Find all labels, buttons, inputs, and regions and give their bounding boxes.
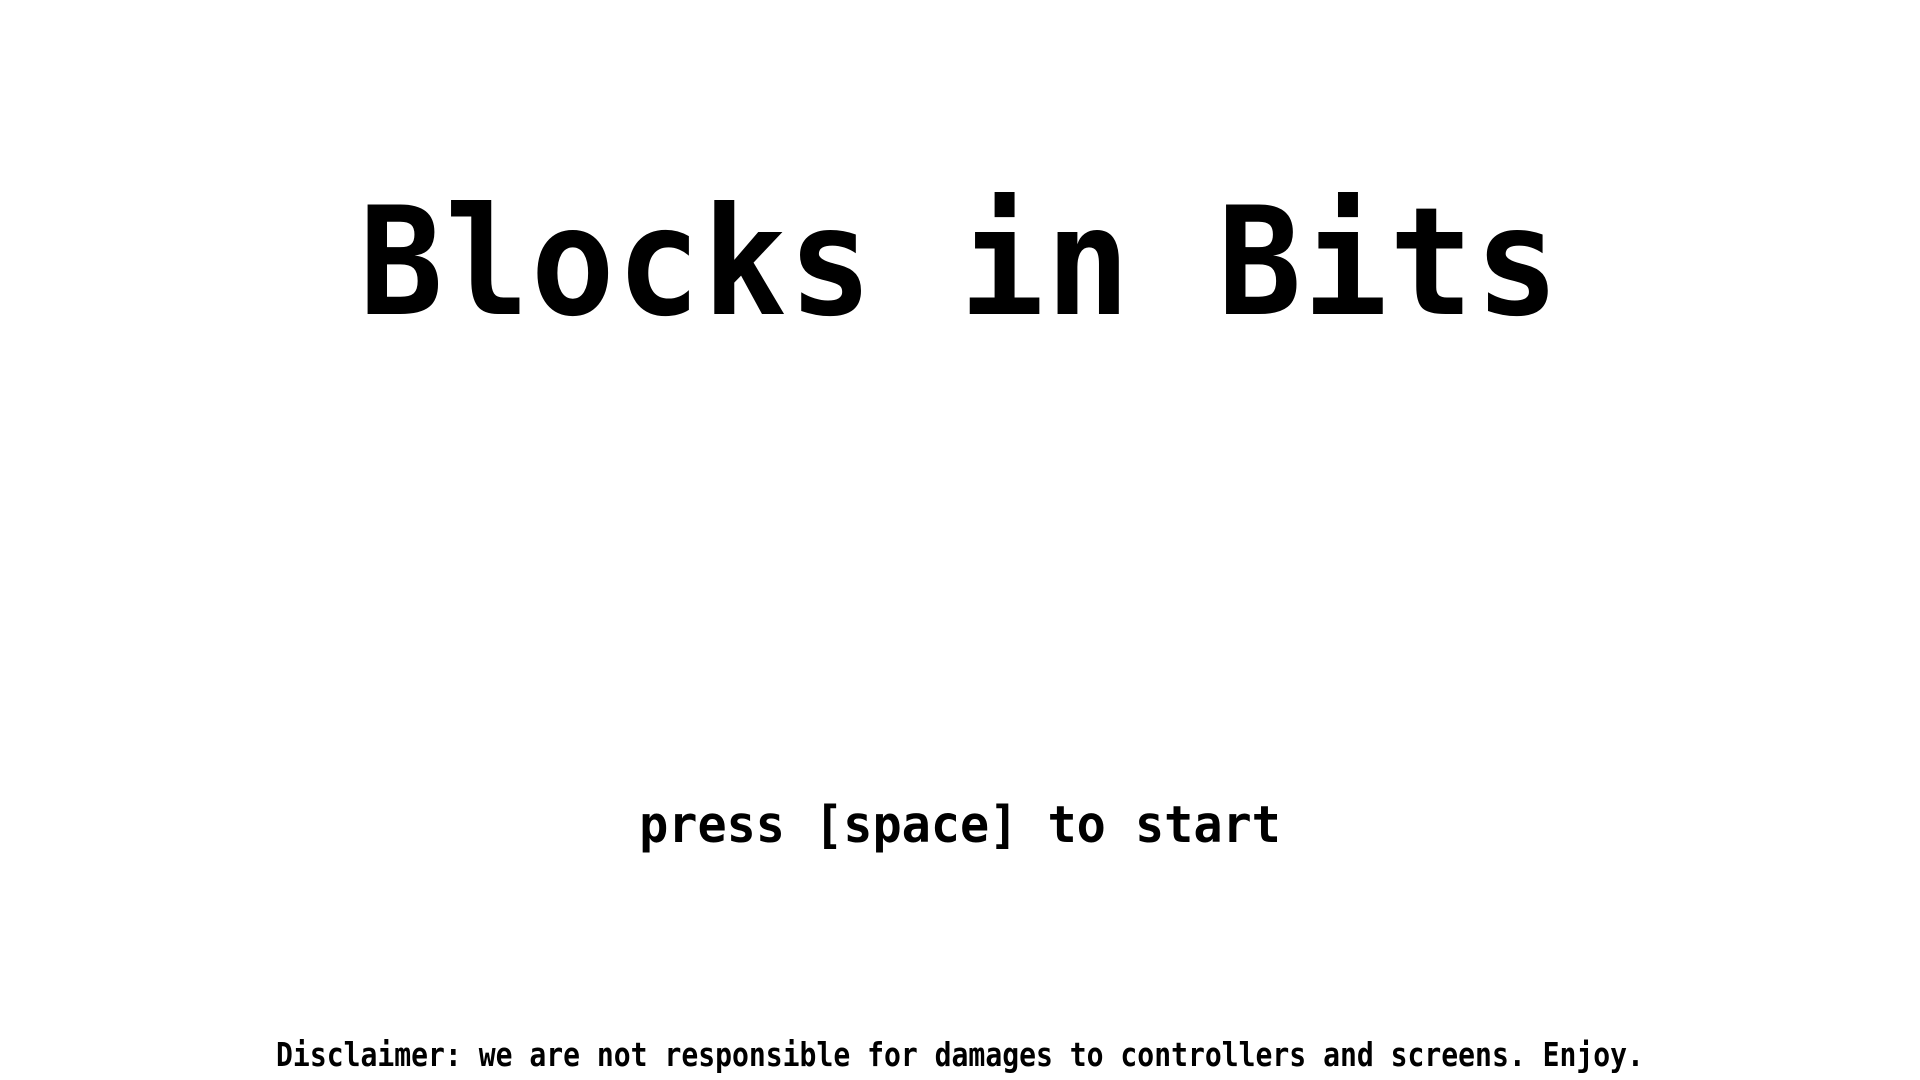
title-screen: Blocks in Bits press [space] to start Di… xyxy=(0,0,1920,1080)
game-title: Blocks in Bits xyxy=(359,176,1561,350)
disclaimer-text: Disclaimer: we are not responsible for d… xyxy=(276,1035,1644,1074)
start-prompt[interactable]: press [space] to start xyxy=(48,796,1872,856)
